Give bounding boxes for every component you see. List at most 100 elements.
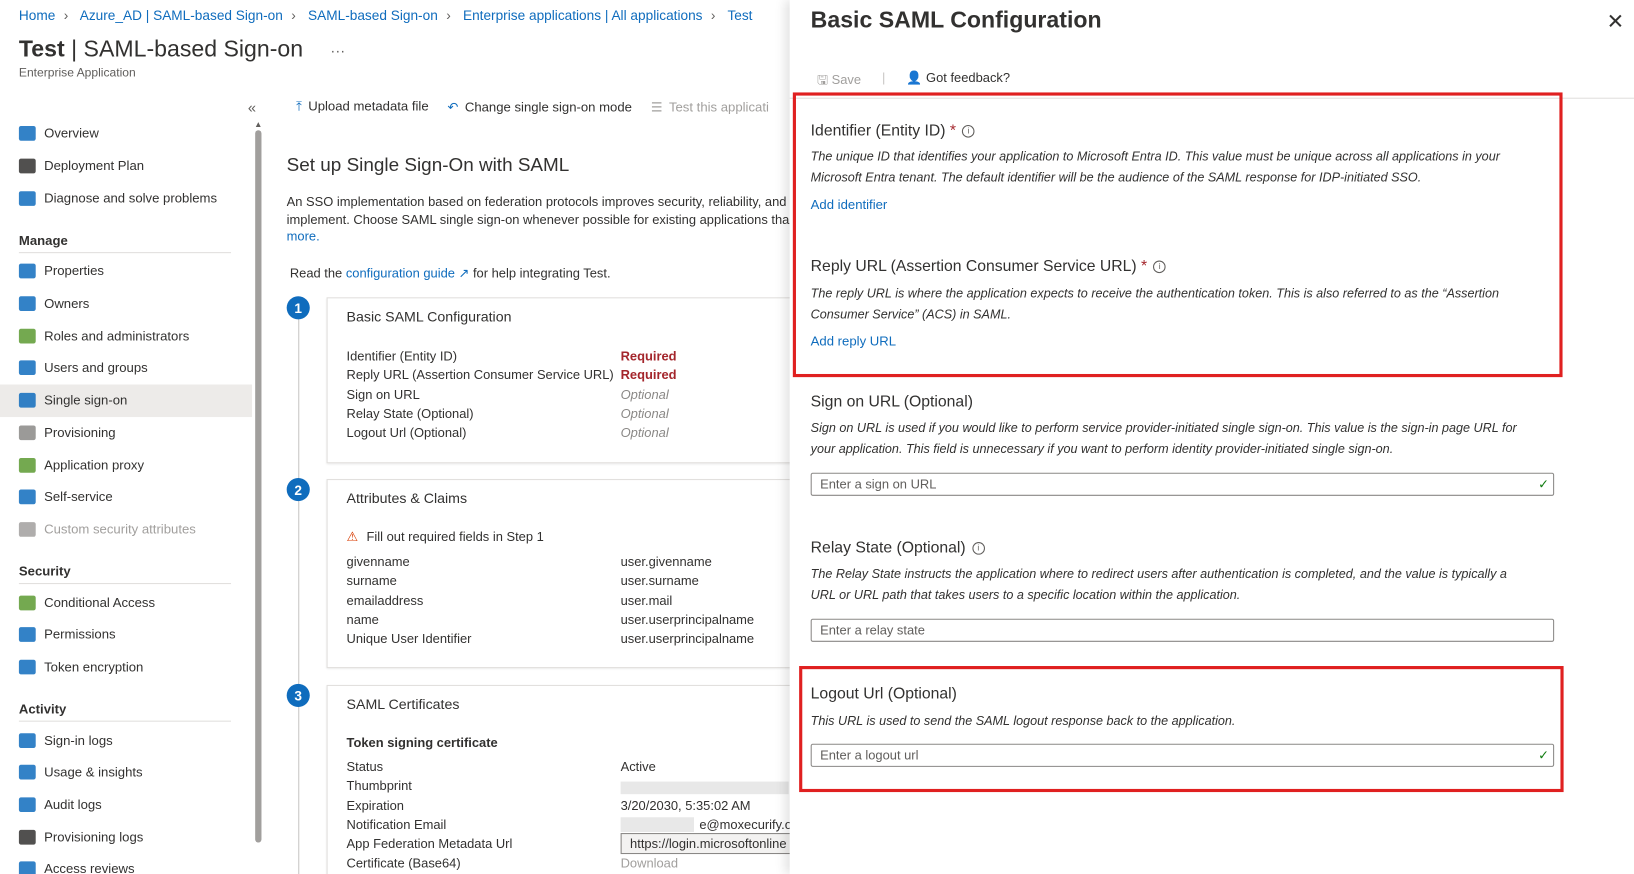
breadcrumb: Home › Azure_AD | SAML-based Sign-on › SAM… — [18, 7, 753, 24]
row-value: user.givenname — [620, 554, 712, 570]
sidebar-scrollbar[interactable]: ▲ — [254, 120, 262, 845]
step-2-badge: 2 — [286, 477, 310, 502]
row-label: givenname — [346, 554, 410, 570]
sidebar-item-token-encryption[interactable]: Token encryption — [0, 651, 252, 683]
config-guide-link[interactable]: configuration guide — [346, 266, 455, 281]
page-subtitle: Enterprise Application — [18, 67, 136, 80]
test-app-button[interactable]: ☰ Test this applicati — [651, 99, 769, 115]
sidebar-item-audit-logs[interactable]: Audit logs — [0, 789, 252, 821]
external-link-icon: ↗ — [454, 265, 470, 281]
check-icon: ✓ — [1538, 476, 1549, 492]
relay-state-input[interactable]: Enter a relay state — [810, 618, 1555, 642]
logout-url-desc: This URL is used to send the SAML logout… — [810, 713, 1236, 728]
sidebar-item-label: Usage & insights — [44, 765, 143, 780]
learn-more-link[interactable]: more. — [287, 229, 320, 244]
custom-security-attributes-icon — [18, 522, 36, 537]
sidebar-item-label: Custom security attributes — [44, 522, 196, 537]
breadcrumb-test[interactable]: Test — [727, 7, 752, 23]
sidebar-item-owners[interactable]: Owners — [0, 288, 252, 320]
more-button[interactable]: ··· — [330, 42, 345, 59]
sign-on-url-input[interactable]: Enter a sign on URL ✓ — [810, 472, 1555, 496]
card-title: Attributes & Claims — [346, 490, 468, 507]
close-icon[interactable]: ✕ — [1607, 8, 1625, 34]
breadcrumb-home[interactable]: Home — [19, 7, 55, 23]
sidebar-item-provisioning[interactable]: Provisioning — [0, 417, 252, 449]
owners-icon — [18, 296, 36, 312]
sidebar-item-access-reviews[interactable]: Access reviews — [0, 853, 252, 874]
sidebar-item-provisioning-logs[interactable]: Provisioning logs — [0, 821, 252, 853]
download-link[interactable]: Download — [621, 856, 678, 871]
audit-logs-icon — [18, 797, 36, 813]
sidebar-item-label: Sign-in logs — [44, 732, 113, 748]
row-label: Logout Url (Optional) — [346, 425, 467, 441]
sidebar-section-manage_title: Manage — [18, 214, 232, 254]
sidebar-item-usage-insights[interactable]: Usage & insights — [0, 756, 252, 788]
sidebar-item-application-proxy[interactable]: Application proxy — [0, 449, 252, 481]
breadcrumb-saml[interactable]: SAML-based Sign-on — [308, 7, 438, 23]
row-value: user.mail — [620, 593, 673, 608]
permissions-icon — [18, 627, 36, 643]
row-label: Status — [346, 759, 384, 775]
basic-saml-panel: Basic SAML Configuration ✕ 🖫 Save | 👤 Go… — [789, 0, 1634, 874]
sidebar-item-properties[interactable]: Properties — [0, 255, 252, 287]
row-label: surname — [346, 573, 397, 589]
row-label: Reply URL (Assertion Consumer Service UR… — [346, 367, 614, 383]
add-identifier-link[interactable]: Add identifier — [811, 197, 888, 212]
feedback-icon: 👤 — [906, 70, 927, 86]
section-heading: Set up Single Sign-On with SAML — [286, 154, 570, 176]
conditional-access-icon — [18, 595, 36, 610]
steps-line — [298, 310, 300, 874]
sidebar-item-label: Self-service — [44, 489, 113, 505]
sidebar-item-roles-and-administrators[interactable]: Roles and administrators — [0, 320, 252, 352]
row-label: Thumbprint — [346, 778, 412, 794]
card-title: Basic SAML Configuration — [346, 308, 512, 325]
page-title: Test | SAML-based Sign-on ··· — [18, 35, 346, 62]
access-reviews-icon — [18, 861, 36, 874]
breadcrumb-enterprise-apps[interactable]: Enterprise applications | All applicatio… — [463, 7, 703, 23]
panel-title: Basic SAML Configuration — [810, 6, 1102, 33]
row-label: Certificate (Base64) — [346, 855, 461, 871]
row-value: user.surname — [620, 573, 699, 589]
collapse-nav-button[interactable]: « — [248, 99, 256, 116]
info-icon: i — [971, 542, 985, 555]
sidebar-item-conditional-access[interactable]: Conditional Access — [0, 586, 252, 618]
row-value: Required — [620, 348, 677, 364]
sidebar-item-users-and-groups[interactable]: Users and groups — [0, 352, 252, 384]
config-guide-text: Read the configuration guide ↗ for help … — [289, 265, 611, 281]
row-value: Active — [620, 759, 656, 775]
warning-message: ⚠ Fill out required fields in Step 1 — [346, 529, 544, 545]
breadcrumb-azure-ad[interactable]: Azure_AD | SAML-based Sign-on — [80, 7, 283, 23]
sidebar-item-label: Permissions — [44, 627, 116, 643]
sidebar-item-custom-security-attributes[interactable]: Custom security attributes — [0, 513, 252, 545]
basic-saml-card: Basic SAML Configuration Identifier (Ent… — [326, 297, 812, 464]
row-value: 3/20/2030, 5:35:02 AM — [620, 797, 751, 813]
sidebar-item-permissions[interactable]: Permissions — [0, 619, 252, 651]
reply-url-label: Reply URL (Assertion Consumer Service UR… — [811, 257, 1167, 275]
sidebar-item-self-service[interactable]: Self-service — [0, 481, 252, 513]
metadata-url-field[interactable]: https://login.microsoftonline — [620, 833, 796, 855]
sidebar-item-overview[interactable]: Overview — [0, 118, 252, 150]
row-label: Relay State (Optional) — [346, 406, 474, 422]
step-1-badge: 1 — [286, 296, 310, 320]
sidebar-item-single-sign-on[interactable]: Single sign-on — [0, 384, 253, 417]
row-label: Expiration — [346, 797, 404, 813]
save-button[interactable]: 🖫 Save — [817, 70, 861, 92]
sidebar-section-security_title: Security — [18, 545, 232, 585]
feedback-button[interactable]: 👤 Got feedback? — [906, 70, 1010, 92]
application-proxy-icon — [18, 457, 36, 473]
sidebar-item-deployment-plan[interactable]: Deployment Plan — [0, 150, 252, 182]
row-label: emailaddress — [346, 593, 424, 608]
sidebar-item-label: Provisioning logs — [44, 829, 144, 845]
identifier-label: Identifier (Entity ID) * i — [811, 122, 975, 140]
sidebar-item-label: Overview — [44, 126, 99, 142]
sidebar-item-diagnose-and-solve-problems[interactable]: Diagnose and solve problems — [0, 182, 252, 214]
change-sso-mode-button[interactable]: ↶ Change single sign-on mode — [448, 99, 632, 115]
row-label: Notification Email — [346, 817, 447, 832]
sidebar-item-label: Owners — [44, 296, 90, 312]
logout-url-input[interactable]: Enter a logout url ✓ — [810, 743, 1555, 767]
row-value: e@moxecurify.or — [620, 817, 797, 832]
sidebar-item-sign-in-logs[interactable]: Sign-in logs — [0, 724, 252, 756]
upload-metadata-button[interactable]: ⤒ Upload metadata file — [296, 99, 429, 115]
token-signing-title: Token signing certificate — [346, 735, 498, 751]
add-reply-url-link[interactable]: Add reply URL — [811, 334, 896, 349]
